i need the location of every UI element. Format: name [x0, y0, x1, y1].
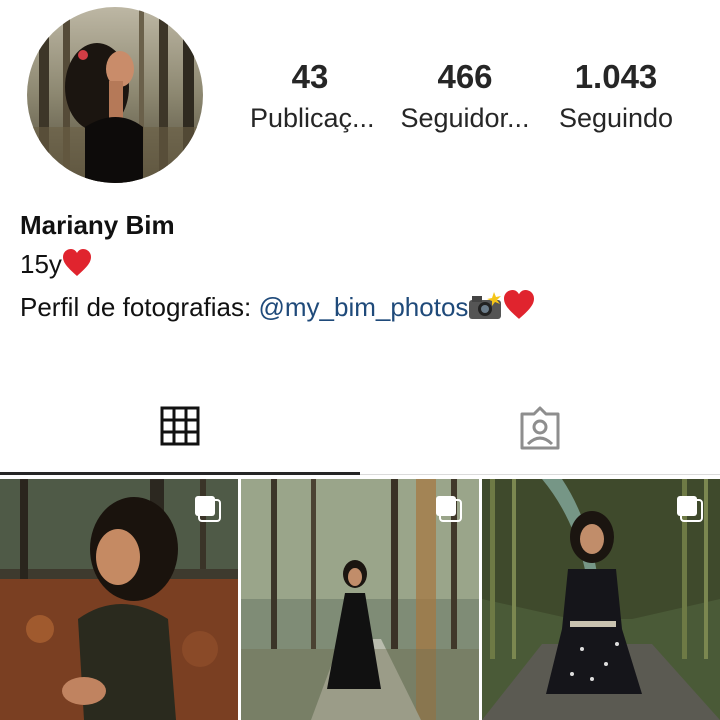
red-heart-icon	[502, 290, 536, 331]
red-heart-icon	[62, 249, 92, 288]
bio-line-2: Perfil de fotografias: @my_bim_photos	[20, 288, 536, 331]
tagged-tab[interactable]	[360, 390, 720, 476]
tab-divider	[360, 474, 720, 475]
active-tab-indicator	[0, 472, 360, 475]
bio-line-1: 15y	[20, 245, 536, 288]
following-stat[interactable]: 1.043 Seguindo	[556, 58, 676, 135]
bio-age: 15y	[20, 249, 62, 279]
posts-grid	[0, 479, 720, 720]
followers-label: Seguidor...	[400, 103, 530, 133]
profile-tabs	[0, 390, 720, 476]
profile-stats: 43 Publicaç... 466 Seguidor... 1.043 Seg…	[240, 58, 690, 138]
camera-flash-icon	[468, 292, 502, 331]
grid-icon	[160, 406, 200, 446]
posts-stat[interactable]: 43 Publicaç...	[250, 58, 375, 135]
posts-count: 43	[291, 58, 329, 95]
profile-bio: Mariany Bim 15y Perfil de fotografias: @…	[20, 206, 536, 331]
followers-count: 466	[437, 58, 493, 95]
post-thumbnail[interactable]	[0, 479, 238, 720]
multiple-photos-icon	[677, 496, 703, 522]
tagged-person-icon	[520, 406, 560, 450]
multiple-photos-icon	[195, 496, 221, 522]
post-thumbnail[interactable]	[241, 479, 479, 720]
following-count: 1.043	[574, 58, 658, 95]
post-thumbnail[interactable]	[482, 479, 720, 720]
followers-stat[interactable]: 466 Seguidor...	[400, 58, 530, 135]
multiple-photos-icon	[436, 496, 462, 522]
posts-label: Publicaç...	[250, 103, 375, 133]
profile-name: Mariany Bim	[20, 210, 175, 240]
bio-mention-link[interactable]: @my_bim_photos	[258, 292, 468, 322]
grid-tab[interactable]	[0, 390, 360, 476]
profile-avatar[interactable]	[27, 7, 203, 183]
avatar-photo	[27, 7, 203, 183]
bio-text: Perfil de fotografias:	[20, 292, 259, 322]
following-label: Seguindo	[558, 103, 674, 133]
